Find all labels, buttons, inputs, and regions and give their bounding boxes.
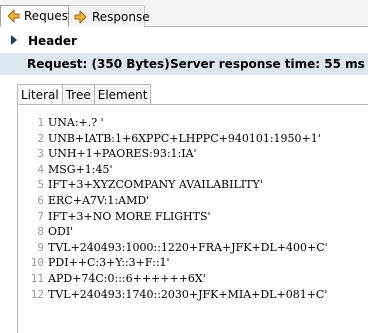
line-number: 6 <box>37 193 44 207</box>
line-number: 4 <box>37 162 44 176</box>
request-arrow-icon <box>5 8 21 24</box>
response-arrow-icon <box>73 9 89 25</box>
line-text: TVL+240493:1000::1220+FRA+JFK+DL+400+C' <box>48 240 328 254</box>
tab-tree[interactable]: Tree <box>62 84 95 105</box>
code-line: 1 UNA:+.? ' <box>28 115 368 131</box>
line-text: MSG+1:45' <box>48 162 113 176</box>
code-line: 5 IFT+3+XYZCOMPANY AVAILABILITY' <box>28 177 368 193</box>
server-response-time: Server response time: 55 ms <box>170 57 365 71</box>
line-text: APD+74C:0:::6++++++6X' <box>48 271 206 285</box>
line-text: UNA:+.? ' <box>48 116 104 129</box>
line-text: IFT+3+NO MORE FLIGHTS' <box>48 209 211 223</box>
chevron-right-icon <box>10 34 24 48</box>
line-text: ERC+A7V:1:AMD' <box>48 193 150 207</box>
line-number: 2 <box>37 131 44 145</box>
code-line: 10 PDI++C:3+Y::3+F::1' <box>28 255 368 271</box>
code-line: 12 TVL+240493:1740::2030+JFK+MIA+DL+081+C… <box>28 287 368 303</box>
line-number: 1 <box>37 116 44 129</box>
tab-literal[interactable]: Literal <box>17 84 63 105</box>
code-line: 8 ODI' <box>28 224 368 240</box>
view-mode-tabs: Literal Tree Element <box>17 84 152 105</box>
code-lines: 1 UNA:+.? ' 2 UNB+IATB:1+6XPPC+LHPPC+94010… <box>28 115 368 302</box>
line-text: ODI' <box>48 225 74 239</box>
line-text: UNH+1+PAORES:93:1:IA' <box>48 147 197 161</box>
tab-response-label: Response <box>92 9 150 24</box>
line-text: PDI++C:3+Y::3+F::1' <box>48 256 170 270</box>
line-number: 5 <box>37 178 44 192</box>
code-line: 9 TVL+240493:1000::1220+FRA+JFK+DL+400+C' <box>28 240 368 256</box>
code-line: 2 UNB+IATB:1+6XPPC+LHPPC+940101:1950+1' <box>28 131 368 147</box>
tab-request[interactable]: Request <box>0 5 73 27</box>
header-section-toggle[interactable]: Header <box>0 30 368 52</box>
line-number: 12 <box>30 287 44 301</box>
line-number: 8 <box>37 225 44 239</box>
line-number: 3 <box>37 147 44 161</box>
line-text: TVL+240493:1740::2030+JFK+MIA+DL+081+C' <box>48 287 328 301</box>
tab-request-label: Request <box>24 9 73 23</box>
line-number: 10 <box>30 256 44 270</box>
request-content-panel: Literal Tree Element 1 UNA:+.? ' 2 UNB+IAT… <box>17 84 368 333</box>
literal-editor[interactable]: 1 UNA:+.? ' 2 UNB+IATB:1+6XPPC+LHPPC+94010… <box>17 104 368 333</box>
tab-response[interactable]: Response <box>69 5 150 27</box>
editor-tab-bar: Request Response <box>0 0 368 27</box>
line-number: 11 <box>30 271 44 285</box>
request-size: Request: (350 Bytes) <box>27 57 170 71</box>
code-line: 3 UNH+1+PAORES:93:1:IA' <box>28 146 368 162</box>
code-line: 4 MSG+1:45' <box>28 162 368 178</box>
code-line: 11 APD+74C:0:::6++++++6X' <box>28 271 368 287</box>
tab-element[interactable]: Element <box>94 84 152 105</box>
request-info-bar: Request: (350 Bytes) Server response tim… <box>0 53 368 75</box>
line-number: 7 <box>37 209 44 223</box>
code-line: 6 ERC+A7V:1:AMD' <box>28 193 368 209</box>
line-text: IFT+3+XYZCOMPANY AVAILABILITY' <box>48 178 263 192</box>
header-section-label: Header <box>28 34 77 48</box>
code-line: 7 IFT+3+NO MORE FLIGHTS' <box>28 209 368 225</box>
line-text: UNB+IATB:1+6XPPC+LHPPC+940101:1950+1' <box>48 131 321 145</box>
line-number: 9 <box>37 240 44 254</box>
